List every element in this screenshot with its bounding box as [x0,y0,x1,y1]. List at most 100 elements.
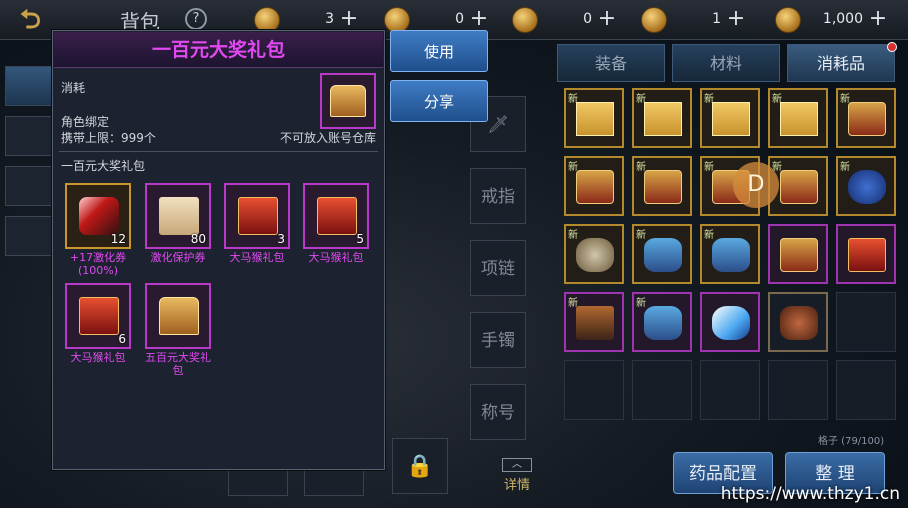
tab-equipment[interactable]: 装备 [557,44,665,82]
section-title: 一百元大奖礼包 [61,159,146,173]
reward-item[interactable]: 12 +17激化券(100%) [65,183,131,277]
detail-button[interactable]: ︿ 详情 [500,458,534,494]
sword-icon [79,197,119,235]
reward-name: 五百元大奖礼包 [145,351,211,377]
currency-value: 0 [583,11,592,27]
add-currency-button[interactable]: + [867,8,889,30]
slot-ring[interactable]: 戒指 [470,168,526,224]
slot-necklace[interactable]: 项链 [470,240,526,296]
slot-bracelet[interactable]: 手镯 [470,312,526,368]
reward-item[interactable]: 80 激化保护券 [145,183,211,264]
left-tab-4[interactable] [5,216,55,256]
inventory-slot-empty[interactable] [700,360,760,420]
item-icon [320,73,376,129]
vase-icon [848,170,886,204]
reward-item[interactable]: 6 大马猴礼包 [65,283,131,364]
inventory-slot[interactable]: 新 [700,88,760,148]
reward-name: 激化保护券 [150,251,206,264]
inventory-slot[interactable]: 新 [632,224,692,284]
gift-box-icon [644,102,682,136]
reward-name: +17激化券(100%) [69,251,127,277]
reward-name: 大马猴礼包 [70,351,126,364]
currency-ticket: 0 + [512,6,622,34]
left-tab-3[interactable] [5,166,55,206]
item-category: 消耗 [61,81,86,95]
inventory-slot-empty[interactable] [836,292,896,352]
inventory-slot[interactable]: 新 [564,292,624,352]
inventory-slot[interactable]: 新 [632,292,692,352]
detail-label: 详情 [503,478,530,493]
currency-value: 1,000 [822,11,863,27]
chest-icon [780,170,818,204]
inventory-slot[interactable]: 新 [564,224,624,284]
chest-icon [644,170,682,204]
currency-value: 3 [325,11,334,27]
inventory-slot-empty[interactable] [632,360,692,420]
popup-title: 一百元大奖礼包 [54,32,383,68]
beast-icon [780,306,818,340]
add-currency-button[interactable]: + [725,8,747,30]
currency-value: 0 [455,11,464,27]
inventory-slot-empty[interactable] [836,360,896,420]
crystal-icon [712,238,750,272]
inventory-slot-empty[interactable] [564,360,624,420]
use-button[interactable]: 使用 [390,30,488,72]
left-tab-2[interactable] [5,116,55,156]
add-currency-button[interactable]: + [596,8,618,30]
new-tag: 新 [704,230,714,241]
share-button[interactable]: 分享 [390,80,488,122]
watermark: https://www.thzy1.cn [720,484,900,504]
gift-box-icon [576,102,614,136]
item-detail-popup: 一百元大奖礼包 消耗 角色绑定 携带上限：999个 不可放入账号仓库 一百元大奖… [52,30,385,470]
left-tab-1[interactable] [5,66,55,106]
reward-item[interactable]: 五百元大奖礼包 [145,283,211,377]
new-tag: 新 [636,230,646,241]
inventory-slot-empty[interactable] [768,360,828,420]
tab-consumables-label: 消耗品 [816,54,865,73]
scroll-icon [159,197,199,235]
currency-bound-gold: 1,000 + [775,6,893,34]
storage-note: 不可放入账号仓库 [279,131,376,145]
reward-count: 12 [110,232,126,246]
currency-value: 1 [712,11,721,27]
inventory-slot[interactable]: 新 [768,88,828,148]
help-icon[interactable]: ? [185,8,207,30]
reward-icon-box: 3 [224,183,290,249]
tab-materials[interactable]: 材料 [672,44,780,82]
red-gift-icon [238,197,278,235]
lock-icon[interactable]: 🔒 [392,438,448,494]
inventory-slot[interactable]: 新 [564,156,624,216]
feather-icon [712,306,750,340]
reward-name: 大马猴礼包 [308,251,364,264]
inventory-slot[interactable]: 新 [632,156,692,216]
gift-box-icon [780,102,818,136]
reward-icon-box [145,283,211,349]
reward-count: 80 [190,232,206,246]
carry-limit-text: 携带上限：999个 [61,131,156,145]
currency-token: 1 + [641,6,751,34]
chest-icon [330,85,366,117]
inventory-slot[interactable] [768,224,828,284]
add-currency-button[interactable]: + [338,8,360,30]
jar-icon [576,238,614,272]
tab-consumables[interactable]: 消耗品 [787,42,897,82]
chevron-up-icon: ︿ [502,458,532,472]
inventory-slot[interactable]: 新 [564,88,624,148]
ticket-icon [512,7,538,33]
inventory-slot[interactable]: 新 [700,224,760,284]
chest-icon [576,170,614,204]
d-badge-icon[interactable]: D [733,162,779,208]
inventory-slot[interactable]: 新 [836,156,896,216]
add-currency-button[interactable]: + [468,8,490,30]
reward-icon-box: 5 [303,183,369,249]
red-gift-icon [317,197,357,235]
inventory-slot[interactable] [700,292,760,352]
reward-item[interactable]: 5 大马猴礼包 [303,183,369,264]
inventory-slot[interactable] [836,224,896,284]
inventory-slot[interactable]: 新 [836,88,896,148]
inventory-slot[interactable] [768,292,828,352]
slot-title[interactable]: 称号 [470,384,526,440]
bound-gold-icon [775,7,801,33]
reward-item[interactable]: 3 大马猴礼包 [224,183,290,264]
inventory-slot[interactable]: 新 [632,88,692,148]
